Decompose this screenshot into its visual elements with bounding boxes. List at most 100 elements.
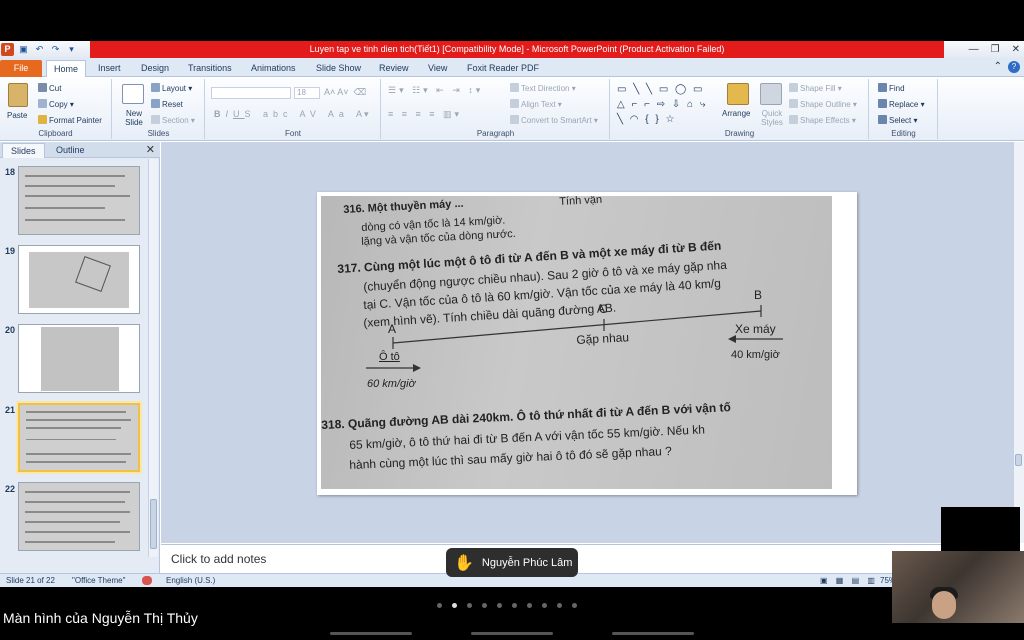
- paragraph-group: ☰▾ ☷▾ ⇤ ⇥ ↕▾ ≡ ≡ ≡ ≡ ▥▾ Text Direction ▾…: [382, 79, 610, 139]
- font-size-combo[interactable]: 18: [294, 87, 320, 99]
- page-dot[interactable]: [557, 603, 562, 608]
- tab-transitions[interactable]: Transitions: [188, 60, 232, 77]
- point-b-label: B: [754, 288, 763, 302]
- shape-outline-button[interactable]: Shape Outline ▾: [789, 99, 857, 109]
- font-color-button[interactable]: A ▾: [356, 109, 369, 120]
- tab-home[interactable]: Home: [46, 60, 86, 77]
- help-icon[interactable]: ?: [1008, 61, 1020, 73]
- tab-insert[interactable]: Insert: [98, 60, 121, 77]
- convert-smartart-button[interactable]: Convert to SmartArt ▾: [510, 115, 598, 125]
- tab-slide-show[interactable]: Slide Show: [316, 60, 361, 77]
- restore-icon[interactable]: ❐: [991, 44, 1000, 55]
- editing-group: Find Replace ▾ Select ▾ Editing: [870, 79, 938, 139]
- layout-button[interactable]: Layout ▾: [151, 83, 192, 93]
- cut-button[interactable]: Cut: [38, 83, 61, 93]
- reset-button[interactable]: Reset: [151, 99, 183, 109]
- save-icon[interactable]: ▣: [17, 43, 30, 56]
- slide-counter: Slide 21 of 22: [6, 576, 55, 585]
- tab-view[interactable]: View: [428, 60, 447, 77]
- page-dot[interactable]: [482, 603, 487, 608]
- raised-hand-notification: ✋ Nguyễn Phúc Lâm: [446, 548, 578, 577]
- copy-button[interactable]: Copy ▾: [38, 99, 74, 109]
- car-label: Ô tô: [379, 351, 400, 363]
- page-dot[interactable]: [497, 603, 502, 608]
- view-buttons[interactable]: ▣ ▦ ▤ ▥: [820, 576, 878, 585]
- tab-outline[interactable]: Outline: [48, 143, 93, 158]
- motorbike-label: Xe máy: [735, 322, 776, 336]
- close-panel-icon[interactable]: ✕: [146, 143, 155, 156]
- minimize-icon[interactable]: —: [969, 44, 979, 55]
- powerpoint-logo-icon[interactable]: P: [1, 43, 14, 56]
- participant-video[interactable]: [892, 551, 1024, 623]
- font-group: 18 A˄ A˅ ⌫ BIUS abc AV Aa A ▾ Font: [206, 79, 381, 139]
- quick-styles-button[interactable]: Quick Styles: [757, 109, 787, 127]
- slide-thumbnail-19[interactable]: [18, 245, 140, 314]
- format-painter-button[interactable]: Format Painter: [38, 115, 102, 125]
- font-name-combo[interactable]: [211, 87, 291, 99]
- align-text-button[interactable]: Align Text ▾: [510, 99, 562, 109]
- list-buttons[interactable]: ☰▾ ☷▾ ⇤ ⇥ ↕▾: [388, 85, 483, 96]
- ribbon-controls-right: ⌃ ?: [994, 61, 1020, 73]
- find-button[interactable]: Find: [878, 83, 905, 93]
- slide-thumbnail-20[interactable]: [18, 324, 140, 393]
- slide-thumbnail-22[interactable]: [18, 482, 140, 551]
- shapes-gallery[interactable]: ▭ ╲ ╲ ▭ ◯ ▭ △ ⌐ ⌐ ⇨ ⇩ ⌂ ⤷ ╲ ◠ { } ☆: [617, 82, 717, 127]
- page-dots: [437, 603, 577, 608]
- shape-effects-button[interactable]: Shape Effects ▾: [789, 115, 856, 125]
- tab-file[interactable]: File: [0, 60, 42, 77]
- tab-slides[interactable]: Slides: [2, 143, 45, 158]
- page-dot[interactable]: [512, 603, 517, 608]
- clipboard-label: Clipboard: [38, 129, 73, 138]
- editing-label: Editing: [891, 129, 916, 138]
- textbook-photo: 316. Một thuyền máy ... Tính vận dòng có…: [321, 196, 832, 489]
- arrange-icon[interactable]: [727, 83, 749, 105]
- replace-button[interactable]: Replace ▾: [878, 99, 925, 109]
- font-format-buttons[interactable]: BIUS abc AV Aa: [214, 109, 349, 119]
- brush-icon: [38, 115, 47, 124]
- language-indicator[interactable]: English (U.S.): [166, 576, 215, 585]
- grow-shrink-font-buttons[interactable]: A˄ A˅ ⌫: [324, 87, 366, 98]
- tab-foxit-reader-pdf[interactable]: Foxit Reader PDF: [467, 60, 539, 77]
- slides-group: New Slide Layout ▾ Reset Section ▾ Slide…: [113, 79, 205, 139]
- page-dot[interactable]: [527, 603, 532, 608]
- select-button[interactable]: Select ▾: [878, 115, 917, 125]
- arrange-button[interactable]: Arrange: [722, 109, 750, 118]
- close-icon[interactable]: ✕: [1012, 44, 1020, 55]
- new-slide-icon[interactable]: [122, 84, 144, 104]
- page-dot[interactable]: [437, 603, 442, 608]
- page-dot[interactable]: [467, 603, 472, 608]
- redo-icon[interactable]: ↷: [49, 43, 62, 56]
- font-label: Font: [284, 129, 301, 138]
- shape-fill-button[interactable]: Shape Fill ▾: [789, 83, 842, 93]
- slide-thumbnail-21[interactable]: [18, 403, 140, 472]
- paste-icon[interactable]: [8, 83, 28, 107]
- copy-icon: [38, 99, 47, 108]
- slide-edit-area: 316. Một thuyền máy ... Tính vận dòng có…: [161, 142, 1013, 543]
- tab-animations[interactable]: Animations: [251, 60, 296, 77]
- text-direction-button[interactable]: Text Direction ▾: [510, 83, 576, 93]
- new-slide-button[interactable]: New Slide: [121, 109, 147, 127]
- tab-design[interactable]: Design: [141, 60, 169, 77]
- page-dot[interactable]: [542, 603, 547, 608]
- current-slide[interactable]: 316. Một thuyền máy ... Tính vận dòng có…: [317, 192, 857, 495]
- tab-review[interactable]: Review: [379, 60, 409, 77]
- slide-scrollbar[interactable]: [1013, 142, 1024, 543]
- panel-scrollbar[interactable]: [148, 159, 158, 557]
- paste-button[interactable]: Paste: [7, 111, 27, 120]
- quick-styles-icon[interactable]: [760, 83, 782, 105]
- panel-scrollbar-thumb[interactable]: [150, 499, 157, 549]
- spelling-icon[interactable]: [142, 576, 152, 585]
- page-dot[interactable]: [572, 603, 577, 608]
- slide-scrollbar-thumb[interactable]: [1015, 454, 1022, 466]
- undo-icon[interactable]: ↶: [33, 43, 46, 56]
- slide-thumbnail-18[interactable]: [18, 166, 140, 235]
- customize-toolbar-icon[interactable]: ▾: [65, 43, 78, 56]
- section-icon: [151, 115, 160, 124]
- title-bar: P ▣ ↶ ↷ ▾ Luyen tap ve tinh dien tich(Ti…: [0, 41, 1024, 58]
- ribbon: Paste Cut Copy ▾ Format Painter Clipboar…: [0, 77, 1024, 141]
- section-button[interactable]: Section ▾: [151, 115, 195, 125]
- alignment-buttons[interactable]: ≡ ≡ ≡ ≡ ▥▾: [388, 109, 462, 120]
- minimize-ribbon-icon[interactable]: ⌃: [994, 61, 1002, 73]
- meeting-point-label: Gặp nhau: [576, 330, 630, 347]
- page-dot[interactable]: [452, 603, 457, 608]
